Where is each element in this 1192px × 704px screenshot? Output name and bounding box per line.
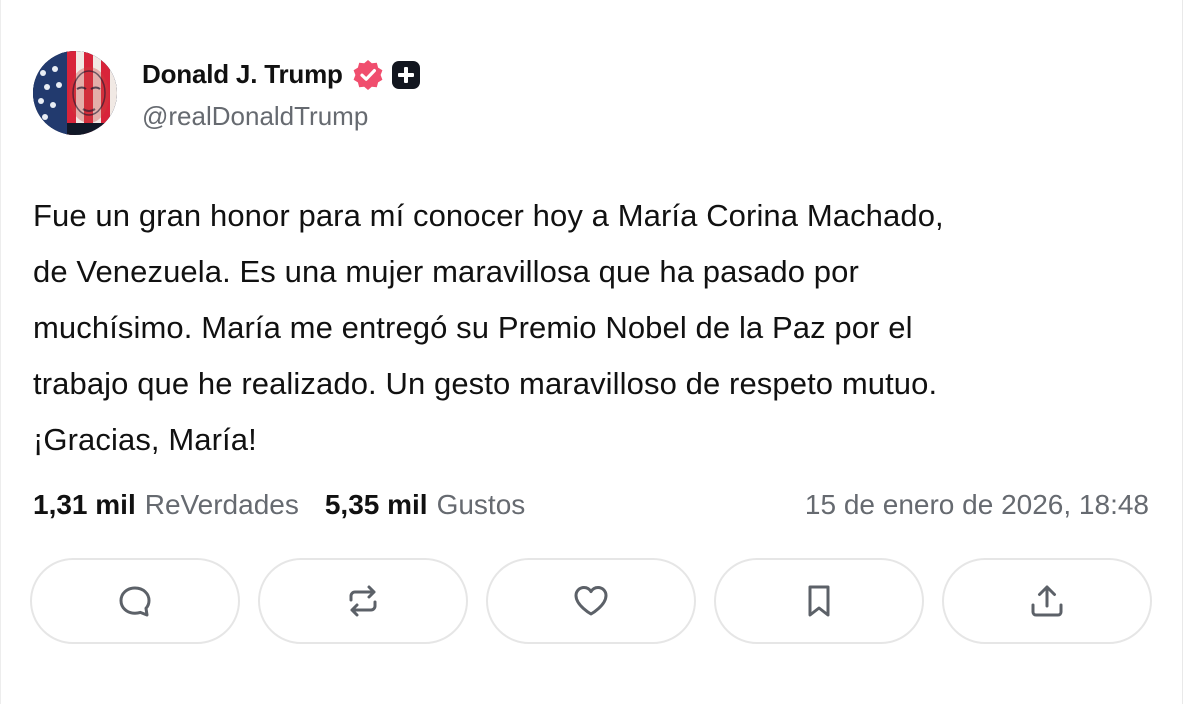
repost-icon [349,585,377,617]
post-header: Donald J. Trump @realDonaldTrump [33,51,421,135]
post-text-line: ¡Gracias, María! [33,422,257,457]
like-icon [574,586,608,616]
reply-button[interactable] [30,558,240,644]
left-border [0,0,1,704]
repost-button[interactable] [258,558,468,644]
bookmark-icon [808,585,830,617]
post-timestamp: 15 de enero de 2026, 18:48 [804,489,1149,520]
post-text-line: trabajo que he realizado. Un gesto marav… [33,366,938,401]
author-handle[interactable]: @realDonaldTrump [142,101,421,132]
right-border [1182,0,1183,704]
post-text-line: Fue un gran honor para mí conocer hoy a … [33,198,944,233]
share-button[interactable] [942,558,1152,644]
name-row: Donald J. Trump [142,55,421,95]
post-text-line: muchísimo. María me entregó su Premio No… [33,310,913,345]
avatar[interactable] [33,51,117,135]
action-bar [30,558,1152,644]
like-button[interactable] [486,558,696,644]
post-text-line: de Venezuela. Es una mujer maravillosa q… [33,254,859,289]
bookmark-button[interactable] [714,558,924,644]
plus-icon [391,60,420,89]
post-stats: 1,31 mil ReVerdades 5,35 mil Gustos 15 d… [33,483,1149,527]
verified-icon [353,59,383,90]
reposts-label[interactable]: ReVerdades [145,489,299,521]
share-icon [1031,585,1063,617]
likes-label[interactable]: Gustos [437,489,526,521]
reposts-count[interactable]: 1,31 mil [33,489,136,521]
author-name[interactable]: Donald J. Trump [142,59,343,90]
reply-icon [119,586,151,617]
user-info: Donald J. Trump @realDonaldTrump [142,55,421,132]
post-text: Fue un gran honor para mí conocer hoy a … [33,188,1173,468]
likes-count[interactable]: 5,35 mil [325,489,428,521]
